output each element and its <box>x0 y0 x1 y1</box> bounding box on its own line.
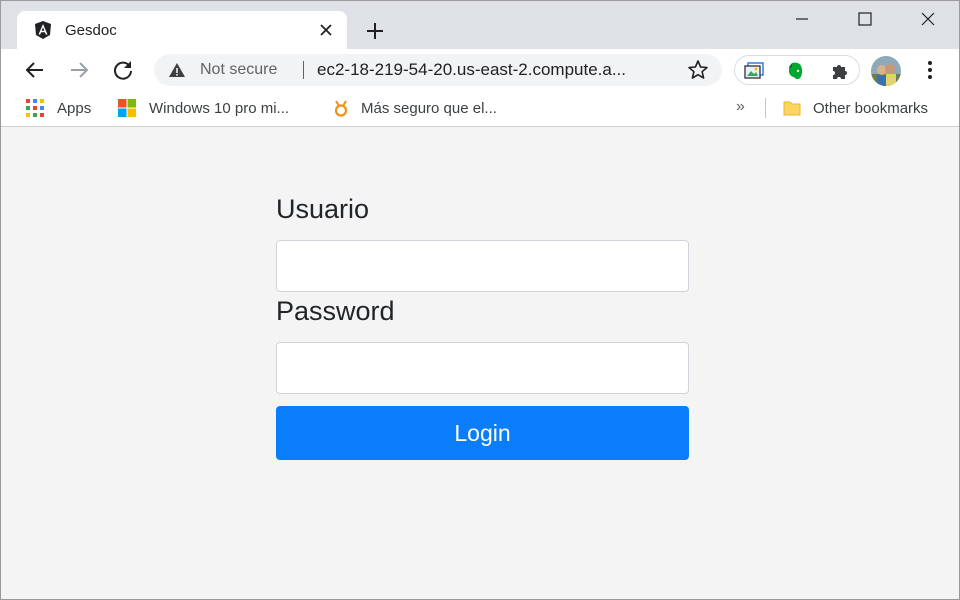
login-button[interactable]: Login <box>276 406 689 460</box>
gallery-extension-icon[interactable] <box>743 60 765 82</box>
omnibox-divider <box>303 61 304 79</box>
new-tab-icon[interactable] <box>363 19 387 43</box>
tab-strip: Gesdoc <box>1 1 959 49</box>
bookmark-label: Windows 10 pro mi... <box>149 99 290 117</box>
bookmark-favicon-icon <box>334 100 348 117</box>
puzzle-extensions-icon[interactable] <box>829 60 851 82</box>
reload-icon[interactable] <box>110 57 136 83</box>
minimize-icon[interactable] <box>779 7 825 31</box>
browser-toolbar: Not secure ec2-18-219-54-20.us-east-2.co… <box>1 49 959 91</box>
tab-gesdoc[interactable]: Gesdoc <box>17 11 347 49</box>
bookmark-windows[interactable]: Windows 10 pro mi... <box>117 91 289 125</box>
security-status-label[interactable]: Not secure <box>200 61 277 79</box>
angular-icon <box>35 21 51 39</box>
warning-icon[interactable] <box>168 61 186 79</box>
profile-photo-icon <box>871 56 901 86</box>
bookmarks-divider <box>765 98 766 118</box>
maximize-icon[interactable] <box>842 7 888 31</box>
bookmark-apps[interactable]: Apps <box>25 91 91 125</box>
address-bar[interactable]: Not secure ec2-18-219-54-20.us-east-2.co… <box>154 54 722 86</box>
bookmarks-overflow-chevron[interactable]: » <box>736 98 745 116</box>
browser-window: Gesdoc Not secure ec2-18-219-54-20.us-ea… <box>0 0 960 600</box>
evernote-icon[interactable] <box>785 60 807 82</box>
apps-grid-icon <box>26 99 44 117</box>
bookmark-label: Apps <box>57 99 92 117</box>
bookmark-label: Más seguro que el... <box>361 99 497 117</box>
close-tab-icon[interactable] <box>317 21 335 39</box>
extensions-group <box>734 55 860 85</box>
password-input[interactable] <box>276 342 689 394</box>
tab-title: Gesdoc <box>65 22 117 39</box>
profile-avatar[interactable] <box>871 56 901 86</box>
folder-icon <box>783 101 801 116</box>
username-label: Usuario <box>276 194 370 224</box>
url-text[interactable]: ec2-18-219-54-20.us-east-2.compute.a... <box>317 60 665 80</box>
windows-logo-icon <box>118 99 136 117</box>
more-menu-icon[interactable] <box>918 58 942 82</box>
back-arrow-icon[interactable] <box>22 57 48 83</box>
close-window-icon[interactable] <box>905 7 951 31</box>
username-input[interactable] <box>276 240 689 292</box>
forward-arrow-icon[interactable] <box>66 57 92 83</box>
password-label: Password <box>276 296 395 326</box>
bookmark-star-icon[interactable] <box>687 59 709 81</box>
bookmark-mas-seguro[interactable]: Más seguro que el... <box>331 91 497 125</box>
page-content: Usuario Password Login <box>1 128 959 599</box>
other-bookmarks-label: Other bookmarks <box>813 99 929 117</box>
other-bookmarks-folder[interactable]: Other bookmarks <box>782 91 928 125</box>
bookmarks-bar: Apps Windows 10 pro mi... Más seguro que… <box>1 91 959 127</box>
